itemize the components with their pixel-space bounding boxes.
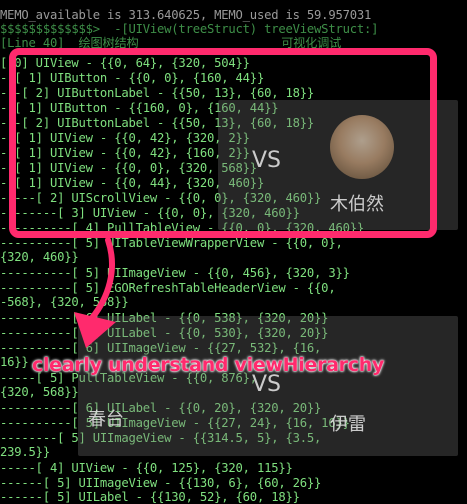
annotation-caption: clearly understand viewHierarchy [32,354,385,376]
pointer-arrow-icon [74,237,116,348]
